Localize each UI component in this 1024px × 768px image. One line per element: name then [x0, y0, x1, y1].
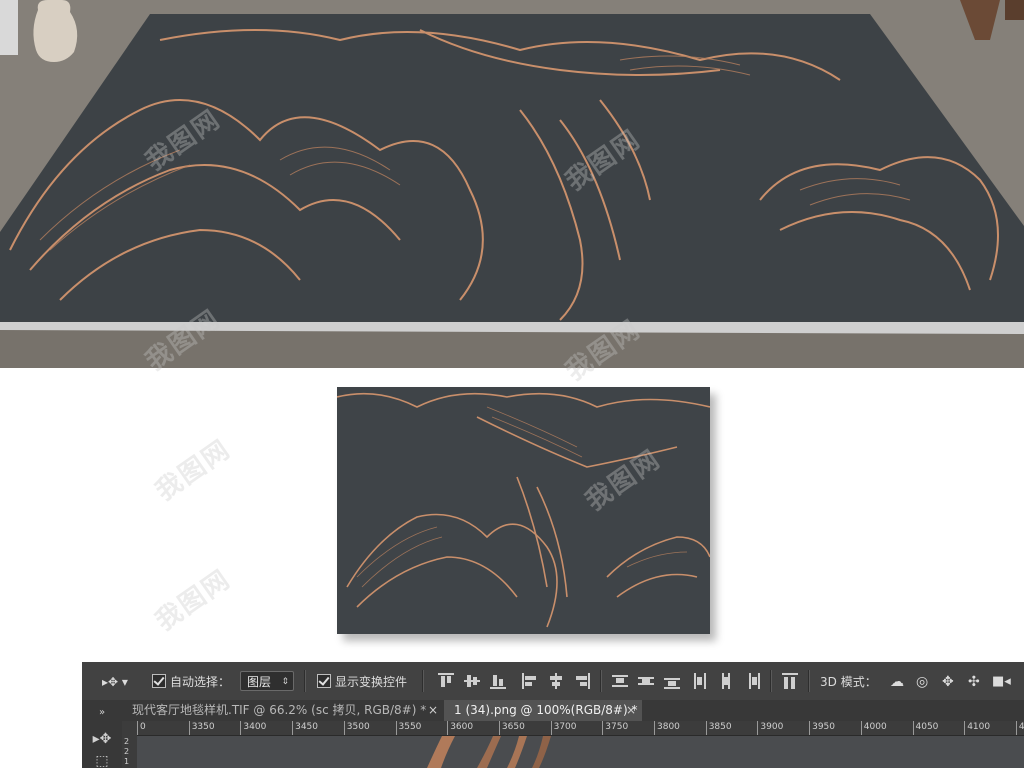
ruler-tick — [757, 721, 759, 735]
distribute-hcenter-icon[interactable] — [718, 673, 734, 689]
ruler-tick-label: 4150 — [1019, 721, 1024, 733]
ruler-label: 1 — [124, 757, 130, 766]
ruler-tick — [343, 721, 345, 735]
divider — [808, 670, 810, 692]
document-tab-active[interactable]: 1 (34).png @ 100%(RGB/8#) * × — [444, 700, 642, 721]
align-vcenter-icon[interactable] — [464, 673, 480, 689]
layer-select-dropdown[interactable]: 图层 ⇕ — [240, 671, 294, 691]
ruler-label: 2 — [124, 737, 130, 746]
align-hcenter-icon[interactable] — [548, 673, 564, 689]
ruler-tick-label: 0 — [140, 722, 146, 732]
ruler-tick — [602, 721, 604, 735]
ruler-tick-label: 3600 — [450, 722, 474, 732]
show-transform-checkbox[interactable] — [317, 674, 331, 688]
ruler-tick — [395, 721, 397, 735]
ruler-tick — [137, 721, 138, 735]
tab-label: 现代客厅地毯样机.TIF @ 66.2% (sc 拷贝, RGB/8#) * — [132, 703, 427, 717]
ruler-tick-label: 3500 — [346, 722, 370, 732]
ruler-tick-label: 3450 — [295, 722, 318, 732]
watermark: 我图网 — [150, 564, 237, 637]
distribute-bottom-icon[interactable] — [664, 673, 680, 689]
ruler-tick-label: 3650 — [501, 722, 525, 732]
ruler-tick — [292, 721, 294, 735]
document-tab[interactable]: 现代客厅地毯样机.TIF @ 66.2% (sc 拷贝, RGB/8#) * × — [122, 700, 444, 721]
vertical-ruler[interactable]: 2 2 1 — [122, 736, 137, 768]
close-icon[interactable]: × — [626, 700, 636, 721]
carpet-design-image — [337, 387, 710, 634]
auto-select-checkbox[interactable] — [152, 674, 166, 688]
divider — [304, 670, 306, 692]
show-transform-label: 显示变换控件 — [335, 675, 408, 689]
divider — [600, 670, 602, 692]
tools-panel: » ▸✥ ⬚ — [82, 700, 122, 768]
photoshop-window: ▸✥ ▾ 自动选择： 图层 ⇕ 显示变换控件 3D 模式： ☁ ◎ ✥ ✣ ■◂ — [82, 662, 1024, 768]
ruler-tick — [550, 721, 552, 735]
auto-select-label: 自动选择： — [170, 675, 231, 689]
ruler-tick — [654, 721, 655, 735]
carpet-mockup-photo — [0, 0, 1024, 368]
align-top-icon[interactable] — [438, 673, 454, 689]
3d-rotate-icon[interactable]: ☁ — [890, 673, 904, 691]
ruler-tick — [860, 721, 862, 735]
updown-arrow-icon: ⇕ — [281, 677, 289, 687]
ruler-tick — [964, 721, 966, 735]
distribute-top-icon[interactable] — [612, 673, 628, 689]
ruler-tick — [912, 721, 914, 735]
ruler-tick-label: 4000 — [863, 722, 887, 732]
options-bar: ▸✥ ▾ 自动选择： 图层 ⇕ 显示变换控件 3D 模式： ☁ ◎ ✥ ✣ ■◂ — [82, 662, 1024, 701]
ruler-tick-label: 4050 — [915, 722, 939, 732]
ruler-tick — [447, 721, 449, 735]
ruler-tick-label: 3800 — [657, 722, 680, 732]
ruler-origin[interactable] — [122, 721, 137, 736]
panel-grip-icon[interactable]: » — [88, 702, 116, 724]
ruler-tick-label: 3700 — [553, 722, 577, 732]
ruler-tick — [240, 721, 242, 735]
ruler-tick-label: 3350 — [191, 722, 215, 732]
carpet-design-preview — [337, 387, 710, 634]
align-left-icon[interactable] — [522, 673, 538, 689]
auto-align-layers-icon[interactable] — [782, 673, 798, 689]
3d-pan-icon[interactable]: ✥ — [942, 673, 954, 691]
ruler-tick-label: 3950 — [812, 722, 835, 732]
ruler-tick-label: 3400 — [243, 722, 267, 732]
ruler-label: 2 — [124, 747, 130, 756]
ruler-tick — [1015, 721, 1017, 735]
ruler-tick-label: 3550 — [398, 722, 422, 732]
ruler-tick-label: 4100 — [967, 722, 991, 732]
mode-3d-label: 3D 模式： — [820, 675, 877, 689]
distribute-left-icon[interactable] — [692, 673, 708, 689]
distribute-vcenter-icon[interactable] — [638, 673, 654, 689]
align-right-icon[interactable] — [574, 673, 590, 689]
ruler-tick — [188, 721, 190, 735]
align-bottom-icon[interactable] — [490, 673, 506, 689]
close-icon[interactable]: × — [428, 700, 438, 721]
ruler-tick — [498, 721, 500, 735]
divider — [422, 670, 424, 692]
marquee-tool-button[interactable]: ⬚ — [88, 750, 116, 768]
ruler-tick — [809, 721, 811, 735]
ruler-tick-label: 3850 — [708, 722, 732, 732]
ruler-tick-label: 3750 — [605, 722, 629, 732]
watermark: 我图网 — [150, 434, 237, 507]
3d-scale-icon[interactable]: ■◂ — [992, 673, 1011, 691]
move-tool-button[interactable]: ▸✥ — [88, 728, 116, 750]
3d-roll-icon[interactable]: ◎ — [916, 673, 928, 691]
document-tabs: 现代客厅地毯样机.TIF @ 66.2% (sc 拷贝, RGB/8#) * ×… — [122, 700, 1024, 721]
move-tool-icon[interactable]: ▸✥ ▾ — [102, 673, 128, 691]
ruler-tick — [705, 721, 707, 735]
layer-select-value: 图层 — [247, 675, 272, 689]
horizontal-ruler[interactable]: 0 3350 3400 3450 3500 3550 3600 3650 3700 3750 380… — [137, 721, 1024, 736]
3d-slide-icon[interactable]: ✣ — [968, 673, 980, 691]
divider — [770, 670, 772, 692]
distribute-right-icon[interactable] — [744, 673, 760, 689]
carpet-room-scene — [0, 0, 1024, 368]
tab-label: 1 (34).png @ 100%(RGB/8#) * — [454, 703, 638, 717]
document-canvas[interactable] — [137, 736, 1024, 768]
canvas-content — [137, 736, 1024, 768]
ruler-tick-label: 3900 — [760, 722, 784, 732]
